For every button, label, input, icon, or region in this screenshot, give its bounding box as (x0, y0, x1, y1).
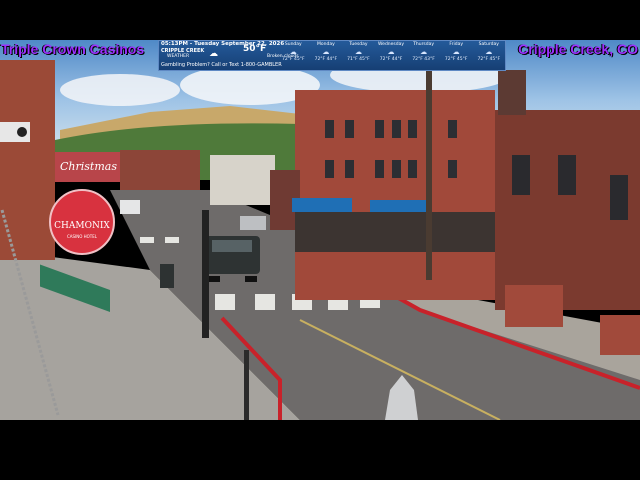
forecast-temps: 72°F 44°F (379, 57, 403, 62)
gambling-promo: Gambling Problem? Call or Text 1-800-GAM… (161, 62, 282, 68)
blue-awning (370, 200, 428, 214)
clock-tower (498, 70, 526, 115)
sign-post (244, 350, 249, 420)
brick-planter (600, 315, 640, 355)
chamonix-sign-title: CHAMONIX (54, 221, 110, 231)
blue-awning (292, 198, 352, 212)
forecast-temps: 71°F 45°F (347, 57, 370, 62)
current-temperature: 50°F (243, 44, 267, 54)
forecast-day: Sunday ☁ 72°F 45°F (277, 41, 310, 70)
forecast-day: Tuesday ☁ 71°F 45°F (342, 41, 375, 70)
forecast-day: Monday ☁ 72°F 44°F (310, 41, 343, 70)
distant-building (120, 150, 200, 190)
utility-pole (426, 70, 432, 280)
forecast-strip: Sunday ☁ 72°F 45°F Monday ☁ 72°F 44°F Tu… (277, 41, 505, 70)
trash-can (160, 264, 174, 288)
forecast-day: Wednesday ☁ 72°F 44°F (375, 41, 408, 70)
cloud-icon: ☁ (452, 48, 460, 56)
storefront (295, 212, 495, 252)
distant-building (210, 155, 275, 205)
weather-source: WEATHER (167, 54, 190, 59)
cloud-icon: ☁ (322, 48, 330, 56)
forecast-temps: 72°F 45°F (477, 57, 501, 62)
webcam-view: Christmas CHAMONIX CASINO HOTEL (0, 40, 640, 420)
location-label: Cripple Creek, CO (518, 41, 638, 57)
forecast-temps: 72°F 45°F (444, 57, 468, 62)
cloud-icon: ☁ (420, 48, 428, 56)
cloud-icon: ☁ (354, 48, 362, 56)
forecast-day: Saturday ☁ 72°F 45°F (472, 41, 505, 70)
lamp-post (202, 210, 209, 338)
forecast-day: Friday ☁ 72°F 45°F (440, 41, 473, 70)
cloud-icon: ☁ (485, 48, 493, 56)
forecast-day: Thursday ☁ 72°F 43°F (407, 41, 440, 70)
brick-planter (505, 285, 563, 327)
parked-car (240, 216, 266, 230)
forecast-temps: 72°F 43°F (412, 57, 435, 62)
christmas-sign: Christmas (60, 160, 117, 173)
cloud-icon: ☁ (387, 48, 395, 56)
chamonix-sign-subtitle: CASINO HOTEL (67, 234, 98, 239)
forecast-temps: 72°F 44°F (314, 57, 338, 62)
cloud (60, 74, 180, 106)
weather-banner: 05:13PM - Tuesday September 22, 2026 CRI… (158, 40, 506, 71)
cloud-icon: ☁ (209, 49, 218, 59)
chamonix-sign: CHAMONIX CASINO HOTEL (49, 189, 115, 255)
forecast-temps: 72°F 45°F (282, 57, 305, 62)
parked-car (120, 200, 140, 214)
street-scene: Christmas CHAMONIX CASINO HOTEL (0, 40, 640, 420)
casino-label: Triple Crown Casinos (1, 41, 145, 57)
cloud-icon: ☁ (289, 48, 297, 56)
